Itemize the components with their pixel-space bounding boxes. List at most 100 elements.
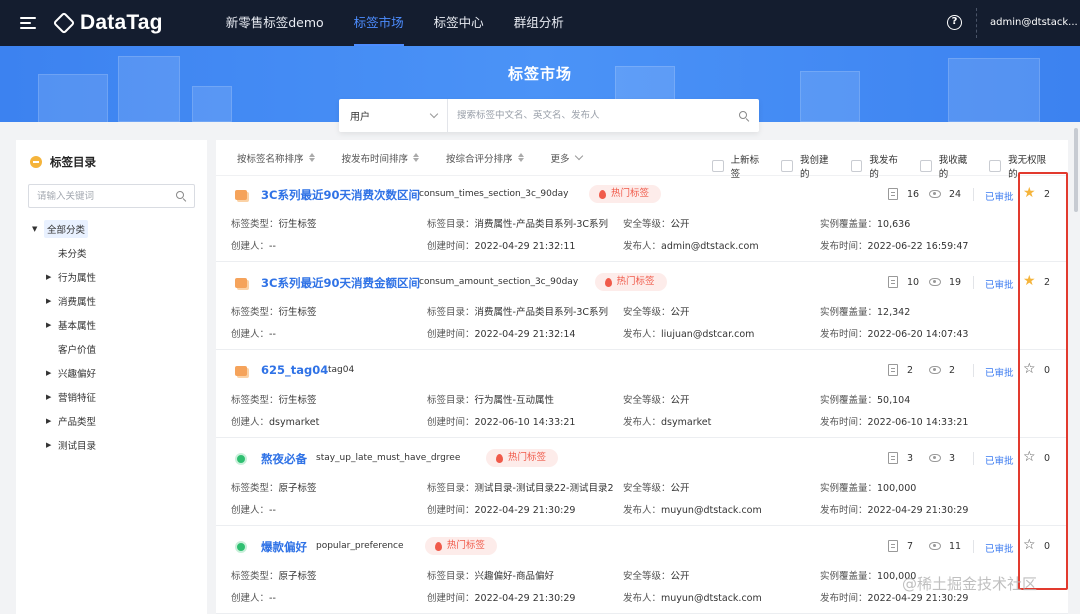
meta-label: 发布人：: [623, 593, 662, 604]
entity-select[interactable]: 用户: [339, 99, 448, 132]
tag-name-link[interactable]: 3C系列最近90天消费金额区间: [261, 275, 420, 291]
checkbox[interactable]: [781, 160, 794, 172]
meta-published: 发布时间：2022-06-22 16:59:47: [820, 238, 968, 252]
usage-count: 7: [907, 541, 914, 552]
tree-node[interactable]: ▶ 客户价值: [16, 337, 207, 361]
user-account[interactable]: admin@dtstack...: [990, 0, 1078, 46]
tag-code: consum_times_section_3c_90day: [419, 189, 569, 199]
approval-status[interactable]: 已审批: [985, 541, 1014, 555]
meta-value: 原子标签: [278, 571, 317, 582]
tag-name-link[interactable]: 625_tag04: [261, 363, 328, 377]
tree-node[interactable]: ▶ 产品类型: [16, 409, 207, 433]
divider: [1018, 276, 1019, 289]
caret-right-icon[interactable]: ▶: [46, 369, 58, 377]
sort-by-score[interactable]: 按综合评分排序: [446, 151, 524, 165]
tree-node-all[interactable]: ▼ 全部分类: [16, 217, 207, 241]
caret-right-icon[interactable]: ▶: [46, 321, 58, 329]
caret-right-icon[interactable]: ▶: [46, 417, 58, 425]
sort-icon: [413, 153, 420, 162]
meta-value: muyun@dtstack.com: [661, 593, 762, 604]
tree-node[interactable]: ▶ 消费属性: [16, 289, 207, 313]
meta-label: 实例覆盖量：: [820, 483, 878, 494]
search-icon[interactable]: [739, 110, 749, 121]
nav-item-group-analysis[interactable]: 群组分析: [499, 0, 579, 46]
caret-right-icon[interactable]: ▶: [46, 273, 58, 281]
green-tag-icon: [235, 453, 247, 465]
eye-icon: [929, 278, 941, 286]
meta-label: 创建时间：: [427, 329, 475, 340]
divider: [1018, 540, 1019, 553]
meta-value: --: [269, 593, 276, 604]
meta-label: 标签目录：: [427, 571, 475, 582]
nav-item-tag-market[interactable]: 标签市场: [339, 0, 419, 46]
favorite-count: 2: [1044, 277, 1051, 288]
tag-card[interactable]: 爆款偏好 popular_preference 热门标签 7 11 已审批 ☆ 0 标签类型：原…: [216, 528, 1068, 614]
logo[interactable]: DataTag: [52, 11, 163, 35]
orange-tag-icon: [235, 190, 247, 200]
scrollbar[interactable]: [1074, 128, 1078, 212]
tree-node[interactable]: ▶ 行为属性: [16, 265, 207, 289]
caret-down-icon[interactable]: ▼: [32, 225, 44, 233]
checkbox[interactable]: [989, 160, 1002, 172]
favorite-star-icon[interactable]: ★: [1023, 274, 1036, 288]
tag-card[interactable]: 熬夜必备 stay_up_late_must_have_drgree 热门标签 3 3 已…: [216, 440, 1068, 526]
tag-name-link[interactable]: 熬夜必备: [261, 451, 307, 467]
menu-icon[interactable]: [20, 17, 36, 29]
meta-label: 标签目录：: [427, 307, 475, 318]
tag-search-input[interactable]: [448, 110, 739, 121]
meta-coverage: 实例覆盖量：50,104: [820, 392, 910, 406]
approval-status[interactable]: 已审批: [985, 453, 1014, 467]
approval-status[interactable]: 已审批: [985, 189, 1014, 203]
meta-creator: 创建人：--: [231, 238, 276, 252]
caret-right-icon[interactable]: ▶: [46, 393, 58, 401]
meta-type: 标签类型：衍生标签: [231, 304, 317, 318]
meta-created: 创建时间：2022-04-29 21:30:29: [427, 502, 575, 516]
tag-name-link[interactable]: 3C系列最近90天消费次数区间: [261, 187, 420, 203]
favorite-count: 0: [1044, 453, 1051, 464]
favorite-star-icon[interactable]: ☆: [1023, 362, 1036, 376]
checkbox[interactable]: [850, 160, 863, 172]
tree-node-label: 兴趣偏好: [58, 369, 97, 380]
sort-by-publish-time[interactable]: 按发布时间排序: [342, 151, 420, 165]
caret-right-icon[interactable]: ▶: [46, 297, 58, 305]
tree-node[interactable]: ▶ 未分类: [16, 241, 207, 265]
tag-card[interactable]: 3C系列最近90天消费次数区间 consum_times_section_3c_9…: [216, 176, 1068, 262]
favorite-star-icon[interactable]: ☆: [1023, 538, 1036, 552]
approval-status[interactable]: 已审批: [985, 277, 1014, 291]
nav-item-tag-center[interactable]: 标签中心: [419, 0, 499, 46]
tag-card[interactable]: 3C系列最近90天消费金额区间 consum_amount_section_3c_…: [216, 264, 1068, 350]
sort-by-name[interactable]: 按标签名称排序: [237, 151, 315, 165]
meta-label: 发布时间：: [820, 417, 868, 428]
help-icon[interactable]: ?: [947, 15, 962, 30]
tag-name-link[interactable]: 爆款偏好: [261, 539, 307, 555]
meta-value: 12,342: [877, 307, 911, 318]
tree-node[interactable]: ▶ 营销特征: [16, 385, 207, 409]
checkbox[interactable]: [920, 160, 932, 172]
favorite-star-icon[interactable]: ★: [1023, 186, 1036, 200]
nav-item-project[interactable]: 新零售标签demo: [211, 0, 339, 46]
tree-node-label: 营销特征: [58, 393, 97, 404]
meta-type: 标签类型：原子标签: [231, 480, 317, 494]
checkbox[interactable]: [712, 160, 724, 172]
meta-value: --: [269, 505, 276, 516]
favorite-star-icon[interactable]: ☆: [1023, 450, 1036, 464]
meta-created: 创建时间：2022-04-29 21:32:11: [427, 238, 575, 252]
entity-select-value: 用户: [350, 112, 370, 123]
more-dropdown[interactable]: 更多: [551, 151, 583, 165]
catalog-search-input[interactable]: [29, 190, 176, 202]
sort-label: 按标签名称排序: [237, 153, 304, 165]
meta-label: 创建人：: [231, 593, 270, 604]
meta-created: 创建时间：2022-06-10 14:33:21: [427, 414, 575, 428]
tree-node[interactable]: ▶ 基本属性: [16, 313, 207, 337]
search-icon[interactable]: [176, 191, 186, 201]
meta-publisher: 发布人：admin@dtstack.com: [623, 238, 759, 252]
approval-status[interactable]: 已审批: [985, 365, 1014, 379]
caret-right-icon[interactable]: ▶: [46, 441, 58, 449]
meta-security: 安全等级：公开: [623, 480, 690, 494]
meta-security: 安全等级：公开: [623, 216, 690, 230]
tree-node[interactable]: ▶ 兴趣偏好: [16, 361, 207, 385]
meta-coverage: 实例覆盖量：12,342: [820, 304, 910, 318]
tree-node[interactable]: ▶ 测试目录: [16, 433, 207, 457]
catalog-sidebar: 标签目录 ▼ 全部分类 ▶ 未分类 ▶ 行为属性 ▶ 消费属性 ▶ 基本属性 ▶…: [16, 140, 207, 614]
tag-card[interactable]: 625_tag04 tag04 2 2 已审批 ☆ 0 标签类型：衍生标签 标签目录：行为属性-…: [216, 352, 1068, 438]
